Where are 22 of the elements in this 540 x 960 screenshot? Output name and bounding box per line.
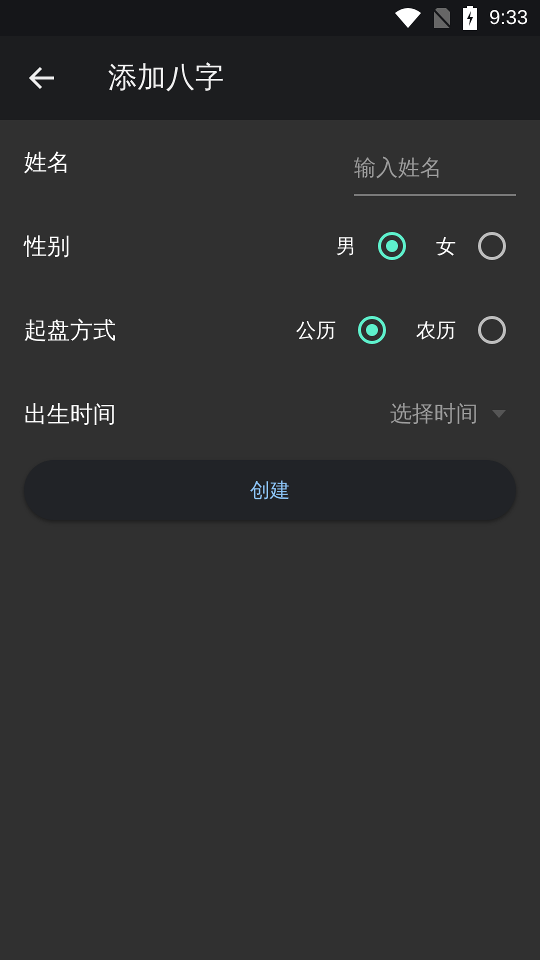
- create-button[interactable]: 创建: [24, 460, 516, 520]
- time-select[interactable]: 选择时间: [390, 399, 516, 429]
- radio-label: 农历: [416, 316, 456, 344]
- page-title: 添加八字: [108, 59, 224, 96]
- wifi-icon: [395, 8, 422, 28]
- status-time: 9:33: [489, 6, 528, 30]
- radio-label: 公历: [296, 316, 336, 344]
- battery-charging-icon: [463, 6, 478, 30]
- radio-button[interactable]: [378, 232, 406, 260]
- field-label: 出生时间: [24, 400, 116, 430]
- radio-button[interactable]: [478, 316, 506, 344]
- field-label: 起盘方式: [24, 316, 116, 346]
- radio-label: 男: [336, 232, 356, 260]
- name-input-field[interactable]: 输入姓名: [354, 142, 516, 196]
- radio-button[interactable]: [478, 232, 506, 260]
- dropdown-caret-icon: [492, 410, 506, 418]
- radio-label: 女: [436, 232, 456, 260]
- field-label: 姓名: [24, 148, 70, 178]
- back-arrow-icon[interactable]: [29, 66, 55, 90]
- radio-button[interactable]: [358, 316, 386, 344]
- field-label: 性别: [24, 232, 70, 262]
- no-sim-icon: [433, 7, 452, 29]
